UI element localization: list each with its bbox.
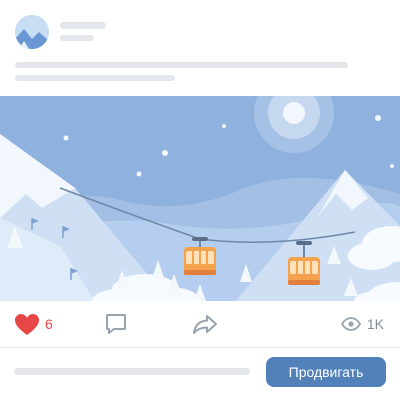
post-text-placeholder: [15, 62, 348, 68]
comment-icon: [106, 314, 126, 334]
share-button[interactable]: [192, 301, 218, 347]
cable-car-illustration: [0, 96, 400, 301]
sun: [283, 102, 305, 124]
footer-text-placeholder: [14, 368, 250, 375]
heart-icon: [15, 313, 39, 335]
avatar-mountain-icon: [15, 15, 49, 49]
post-text-placeholder-short: [15, 75, 175, 81]
post-date-placeholder: [60, 35, 94, 41]
views-count: 1K: [366, 316, 384, 332]
avatar[interactable]: [15, 15, 49, 49]
comment-button[interactable]: [104, 301, 128, 347]
author-name-placeholder[interactable]: [60, 22, 106, 29]
views-counter: 1K: [340, 301, 384, 347]
post-photo[interactable]: [0, 96, 400, 301]
promote-button[interactable]: Продвигать: [266, 357, 386, 387]
share-icon: [193, 315, 217, 334]
post-actions-bar: 6 1K: [0, 301, 400, 347]
eye-icon: [340, 317, 361, 331]
like-count: 6: [45, 316, 53, 332]
footer-divider: [0, 347, 400, 348]
post-card: 6 1K Продвигать: [0, 0, 400, 400]
like-button[interactable]: 6: [14, 301, 53, 347]
